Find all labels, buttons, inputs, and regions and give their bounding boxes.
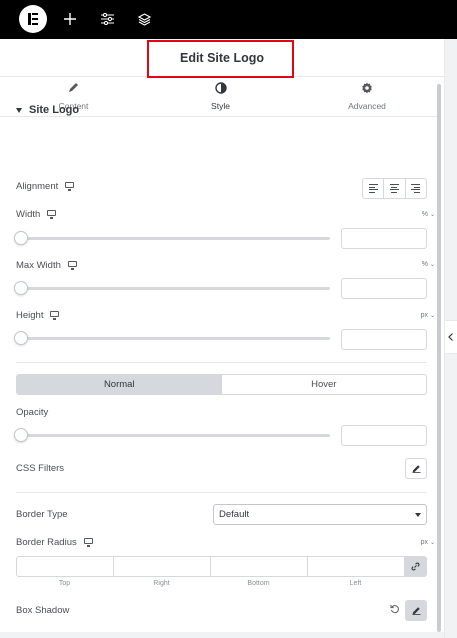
- reset-icon[interactable]: [389, 603, 401, 615]
- chevron-down-icon: ⌄: [429, 262, 435, 268]
- max-width-label: Max Width: [16, 260, 61, 271]
- desktop-icon[interactable]: [50, 311, 60, 320]
- width-slider-handle[interactable]: [14, 231, 28, 245]
- height-slider[interactable]: [14, 331, 330, 345]
- border-radius-unit: px: [420, 539, 428, 546]
- border-type-select[interactable]: Default: [213, 504, 427, 525]
- height-unit-select[interactable]: px ⌄: [421, 312, 435, 319]
- width-control: Width: [16, 209, 57, 220]
- width-label: Width: [16, 209, 41, 220]
- desktop-icon[interactable]: [67, 261, 77, 270]
- height-input[interactable]: [341, 329, 427, 350]
- radius-right-input[interactable]: [114, 557, 211, 576]
- border-radius-inputs: [16, 556, 427, 577]
- width-slider[interactable]: [14, 231, 330, 245]
- desktop-icon[interactable]: [65, 182, 75, 191]
- width-input[interactable]: [341, 228, 427, 249]
- align-left-icon: [368, 184, 378, 193]
- opacity-label: Opacity: [16, 407, 49, 418]
- elementor-logo-icon[interactable]: [19, 5, 47, 33]
- divider: [16, 492, 427, 493]
- max-width-control: Max Width: [16, 260, 77, 271]
- divider: [16, 362, 427, 363]
- gear-icon: [294, 82, 440, 96]
- chevron-left-icon: [448, 333, 453, 341]
- state-tabs: Normal Hover: [16, 374, 427, 395]
- style-tab-highlight: [147, 40, 294, 78]
- border-radius-label: Border Radius: [16, 537, 77, 548]
- section-title: Site Logo: [29, 104, 80, 116]
- border-radius-side-labels: Top Right Bottom Left: [16, 580, 405, 587]
- border-radius-unit-select[interactable]: px ⌄: [421, 539, 435, 546]
- tab-advanced-label: Advanced: [348, 101, 386, 111]
- max-width-slider-handle[interactable]: [14, 281, 28, 295]
- panel-footer-edge: [0, 632, 444, 638]
- css-filters-control: CSS Filters: [16, 463, 64, 474]
- tab-style-label: Style: [211, 101, 230, 111]
- layers-icon[interactable]: [133, 8, 155, 30]
- align-left-button[interactable]: [363, 179, 385, 198]
- half-circle-icon: [147, 82, 294, 96]
- border-radius-control: Border Radius: [16, 537, 93, 548]
- alignment-label: Alignment: [16, 181, 59, 192]
- radius-bottom-input[interactable]: [211, 557, 308, 576]
- opacity-slider[interactable]: [14, 428, 330, 442]
- chevron-down-icon: ⌄: [429, 540, 435, 546]
- tab-hover[interactable]: Hover: [222, 375, 427, 394]
- max-width-unit-select[interactable]: % ⌄: [422, 261, 435, 268]
- max-width-slider[interactable]: [14, 281, 330, 295]
- alignment-control: Alignment: [16, 181, 75, 192]
- pencil-icon: [412, 465, 420, 473]
- side-label-top: Top: [58, 580, 71, 587]
- box-shadow-control: Box Shadow: [16, 605, 69, 616]
- pencil-icon: [0, 82, 147, 96]
- sliders-icon[interactable]: [96, 8, 118, 30]
- border-type-control: Border Type: [16, 509, 68, 520]
- plus-icon[interactable]: [59, 8, 81, 30]
- desktop-icon[interactable]: [83, 538, 93, 547]
- opacity-input[interactable]: [341, 425, 427, 446]
- section-site-logo[interactable]: Site Logo: [16, 104, 79, 116]
- height-unit: px: [420, 312, 428, 319]
- side-label-bottom: Bottom: [247, 580, 270, 587]
- radius-top-input[interactable]: [17, 557, 114, 576]
- max-width-unit: %: [421, 261, 428, 268]
- radius-left-input[interactable]: [308, 557, 405, 576]
- tab-style[interactable]: Style: [147, 77, 294, 117]
- border-type-value: Default: [219, 509, 250, 520]
- collapse-panel-button[interactable]: [444, 320, 457, 354]
- opacity-slider-handle[interactable]: [14, 428, 28, 442]
- height-label: Height: [16, 310, 44, 321]
- side-label-left: Left: [349, 580, 362, 587]
- chevron-down-icon: ⌄: [429, 212, 435, 218]
- desktop-icon[interactable]: [47, 210, 57, 219]
- tab-advanced[interactable]: Advanced: [294, 77, 440, 117]
- width-unit: %: [421, 211, 428, 218]
- align-right-icon: [411, 184, 421, 193]
- opacity-control: Opacity: [16, 407, 48, 418]
- box-shadow-edit-button[interactable]: [405, 600, 427, 621]
- border-type-label: Border Type: [16, 509, 68, 520]
- align-center-button[interactable]: [384, 179, 406, 198]
- side-label-right: Right: [153, 580, 170, 587]
- css-filters-edit-button[interactable]: [405, 458, 427, 479]
- height-slider-handle[interactable]: [14, 331, 28, 345]
- pencil-icon: [412, 607, 420, 615]
- tab-normal[interactable]: Normal: [17, 375, 222, 394]
- top-toolbar: [0, 0, 457, 39]
- panel-scrollbar[interactable]: [437, 84, 441, 632]
- align-right-button[interactable]: [406, 179, 426, 198]
- max-width-input[interactable]: [341, 278, 427, 299]
- dropdown-arrow-icon: [415, 513, 421, 517]
- alignment-choices: [362, 178, 427, 199]
- height-control: Height: [16, 310, 60, 321]
- box-shadow-label: Box Shadow: [16, 605, 70, 616]
- width-unit-select[interactable]: % ⌄: [422, 211, 435, 218]
- chevron-down-icon: ⌄: [429, 313, 435, 319]
- caret-down-icon: [16, 107, 22, 113]
- css-filters-label: CSS Filters: [16, 463, 65, 474]
- link-values-button[interactable]: [405, 557, 426, 576]
- align-center-icon: [389, 184, 399, 193]
- link-icon: [411, 562, 420, 571]
